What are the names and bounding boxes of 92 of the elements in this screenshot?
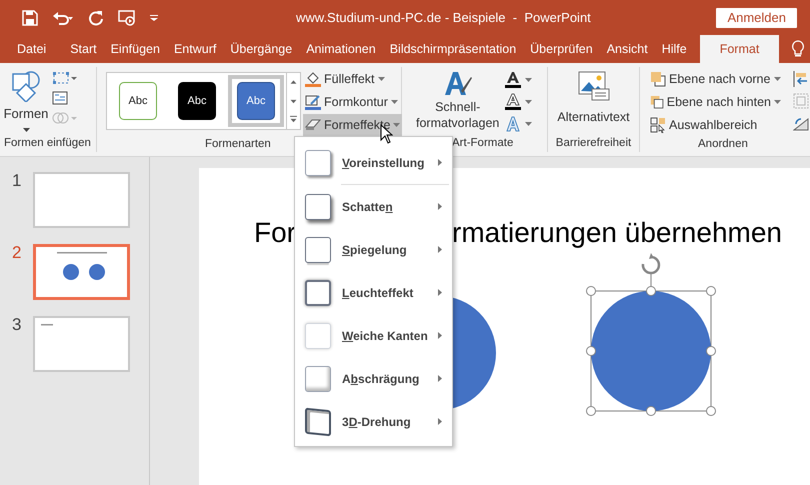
effect-preview-icon bbox=[305, 407, 331, 436]
group-icon bbox=[793, 93, 809, 109]
group-label: Art-Formate bbox=[451, 136, 514, 151]
ribbon-tab[interactable]: Überprüfen bbox=[523, 35, 600, 63]
effect-preview-icon bbox=[305, 366, 331, 392]
menu-item[interactable]: Abschrägung bbox=[295, 357, 452, 400]
text-fill-icon[interactable] bbox=[505, 71, 522, 89]
alt-text-button[interactable]: Alternativtext bbox=[548, 67, 639, 135]
shapes-button[interactable]: Formen bbox=[6, 70, 46, 135]
dropdown-icon bbox=[525, 122, 532, 126]
image-icon bbox=[578, 71, 610, 101]
ribbon-tab[interactable]: Ansicht bbox=[600, 35, 655, 63]
dropdown-icon bbox=[22, 128, 30, 132]
group-label: Formenarten bbox=[204, 137, 272, 152]
arrange-button[interactable]: Ebene nach hinten bbox=[650, 91, 785, 113]
menu-item[interactable]: Schatten bbox=[295, 185, 452, 228]
submenu-arrow-icon bbox=[438, 418, 442, 425]
ribbon-tab[interactable]: Start bbox=[63, 35, 104, 63]
slide-number: 3 bbox=[11, 316, 22, 333]
redo-icon[interactable] bbox=[88, 10, 104, 26]
slide-thumbnail[interactable] bbox=[33, 172, 130, 228]
dropdown-icon bbox=[525, 78, 532, 82]
slide-number: 1 bbox=[11, 172, 22, 189]
customize-icon[interactable] bbox=[150, 14, 158, 20]
layers-icon bbox=[650, 71, 666, 87]
group-label: Anordnen bbox=[697, 137, 749, 152]
dropdown-icon bbox=[774, 100, 781, 104]
ribbon-tab[interactable]: Animationen bbox=[299, 35, 383, 63]
save-icon[interactable] bbox=[22, 10, 38, 26]
text-box-icon[interactable] bbox=[52, 91, 68, 105]
ribbon-tab[interactable]: Datei bbox=[10, 35, 54, 63]
group-label: Barrierefreiheit bbox=[556, 136, 632, 151]
shapes-icon bbox=[10, 70, 42, 102]
quick-styles-button[interactable]: Schnell- formatvorlagen bbox=[416, 69, 500, 135]
outline-button[interactable]: Formkontur bbox=[303, 91, 402, 113]
submenu-arrow-icon bbox=[438, 203, 442, 210]
shape-style-option[interactable]: Abc bbox=[110, 75, 166, 127]
slide-preview-drawing bbox=[40, 324, 52, 327]
effect-preview-icon bbox=[305, 322, 331, 348]
layers-icon bbox=[650, 94, 664, 110]
window-title: www.Studium-und-PC.de - Beispiele - PowerPoint bbox=[296, 8, 591, 27]
merge-shapes-icon bbox=[52, 111, 78, 125]
group-label: Formen einfügen bbox=[3, 136, 92, 151]
dropdown-icon bbox=[774, 77, 781, 81]
menu-item[interactable]: Voreinstellung bbox=[295, 141, 452, 184]
submenu-arrow-icon bbox=[438, 375, 442, 382]
menu-item[interactable]: 3D-Drehung bbox=[295, 400, 452, 443]
effect-preview-icon bbox=[305, 194, 331, 220]
submenu-arrow-icon bbox=[438, 289, 442, 296]
fill-button[interactable]: Fülleffekt bbox=[303, 68, 402, 90]
slide-title: rmatierungen übernehmen bbox=[452, 216, 782, 250]
slide-thumbnail[interactable] bbox=[33, 316, 130, 372]
menu-item[interactable]: Leuchteffekt bbox=[295, 271, 452, 314]
lightbulb-icon[interactable] bbox=[791, 40, 806, 58]
dropdown-icon bbox=[390, 100, 398, 104]
dropdown-icon bbox=[378, 77, 384, 81]
slide-title: For bbox=[254, 216, 296, 250]
effects-button[interactable]: Formeffekte bbox=[303, 114, 402, 136]
ribbon-tab[interactable]: Entwurf bbox=[166, 35, 224, 63]
menu-item[interactable]: Weiche Kanten bbox=[295, 314, 452, 357]
effect-preview-icon bbox=[305, 150, 331, 176]
ribbon-tab[interactable]: Format bbox=[700, 35, 780, 63]
slide-number: 2 bbox=[11, 244, 22, 261]
text-outline-icon[interactable] bbox=[505, 93, 522, 111]
menu-item[interactable]: Spiegelung bbox=[295, 228, 452, 271]
effect-preview-icon bbox=[305, 236, 331, 262]
effect-preview-icon bbox=[305, 280, 331, 306]
submenu-arrow-icon bbox=[438, 332, 442, 339]
ribbon-tab[interactable]: Hilfe bbox=[654, 35, 694, 63]
pen-icon bbox=[305, 94, 321, 110]
selection-pane-icon bbox=[650, 117, 666, 133]
undo-icon[interactable] bbox=[52, 10, 74, 26]
arrange-button[interactable]: Ebene nach vorne bbox=[650, 68, 785, 90]
align-icon[interactable] bbox=[793, 71, 809, 87]
ribbon-tab[interactable]: Einfügen bbox=[104, 35, 167, 63]
text-effects-icon[interactable] bbox=[505, 115, 522, 133]
arrange-button[interactable]: Auswahlbereich bbox=[650, 114, 785, 136]
eraser-icon bbox=[305, 118, 321, 132]
dropdown-icon bbox=[525, 100, 532, 104]
sign-in-button[interactable]: Anmelden bbox=[716, 8, 797, 28]
ribbon-tab[interactable]: Übergänge bbox=[223, 35, 300, 63]
rotate-icon[interactable] bbox=[793, 115, 809, 131]
submenu-arrow-icon bbox=[438, 159, 442, 166]
submenu-arrow-icon bbox=[438, 246, 442, 253]
dropdown-icon bbox=[393, 123, 400, 127]
ribbon-tab[interactable]: Bildschirmpräsentation bbox=[382, 35, 524, 63]
presentation-icon[interactable] bbox=[118, 10, 136, 26]
edit-points-icon[interactable] bbox=[52, 71, 78, 85]
shape-style-option[interactable]: Abc bbox=[169, 75, 225, 127]
shape-style-option[interactable]: Abc bbox=[228, 75, 284, 127]
paint-bucket-icon bbox=[305, 71, 321, 87]
slide-thumbnail[interactable] bbox=[33, 244, 130, 300]
